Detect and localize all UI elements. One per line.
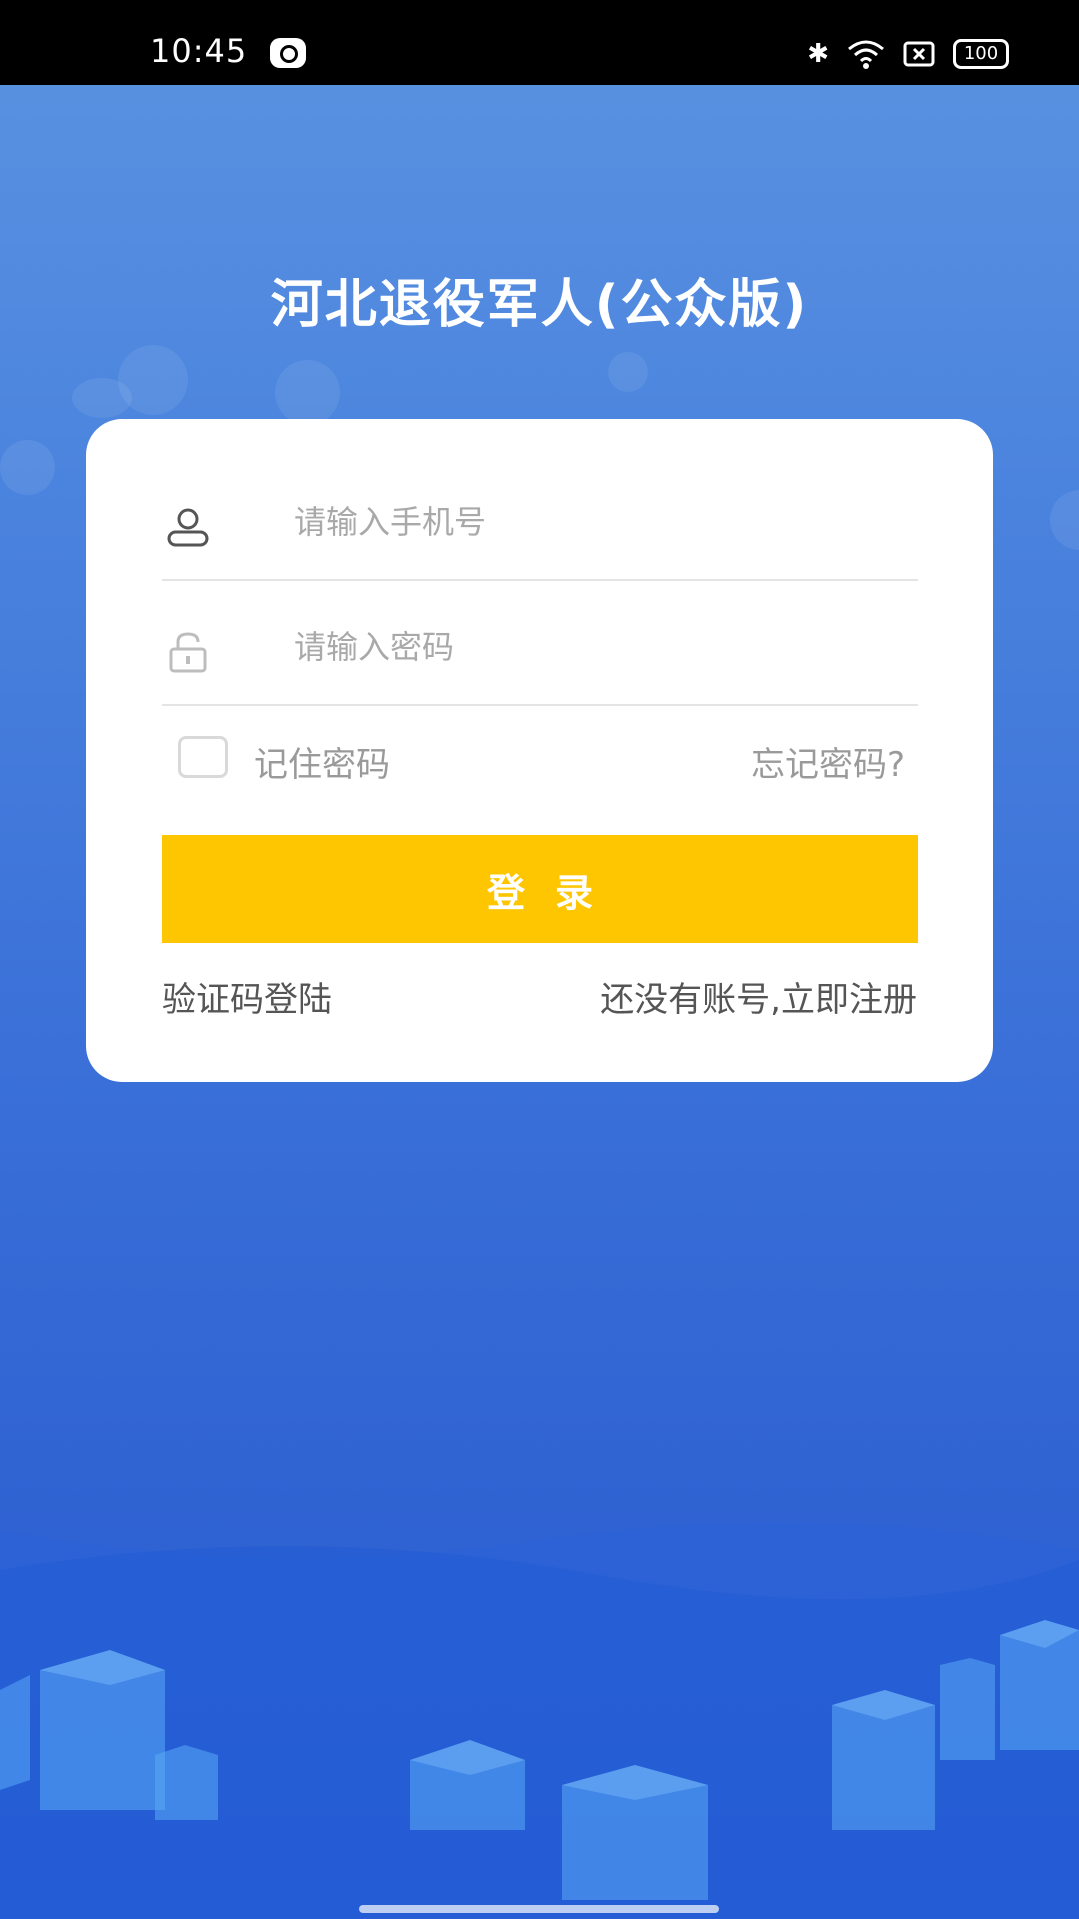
bluetooth-icon: ✱ (807, 39, 829, 69)
login-card: 记住密码 忘记密码? 登录 验证码登陆 还没有账号,立即注册 (86, 419, 993, 1082)
status-icons: ✱ 100 (807, 34, 1009, 74)
decorative-bubble (0, 440, 55, 495)
lock-icon (169, 632, 207, 673)
register-link[interactable]: 还没有账号,立即注册 (600, 972, 917, 1021)
sms-login-link[interactable]: 验证码登陆 (162, 972, 332, 1021)
wifi-icon (848, 40, 884, 69)
login-button[interactable]: 登录 (162, 835, 918, 943)
decorative-city-skyline (0, 1522, 1079, 1919)
password-input[interactable] (292, 616, 896, 678)
app-title: 河北退役军人(公众版) (270, 275, 809, 335)
phone-input[interactable] (292, 491, 896, 553)
decorative-bubble (275, 360, 340, 425)
password-field-row (162, 594, 918, 706)
decorative-bubble (118, 345, 188, 415)
battery-icon: 100 (953, 39, 1009, 69)
forgot-password-link[interactable]: 忘记密码? (751, 737, 905, 786)
remember-password-checkbox[interactable] (178, 736, 228, 778)
status-bar: 10:45 ✱ 100 (0, 0, 1079, 85)
status-time: 10:45 (150, 32, 248, 70)
decorative-bubble (608, 352, 648, 392)
phone-field-row (162, 469, 918, 581)
home-indicator[interactable] (359, 1905, 719, 1913)
user-icon (167, 508, 209, 547)
remember-password-label[interactable]: 记住密码 (254, 737, 390, 786)
sim-off-icon (903, 41, 935, 67)
app-notification-icon (270, 38, 306, 68)
decorative-bubble (1050, 490, 1079, 550)
